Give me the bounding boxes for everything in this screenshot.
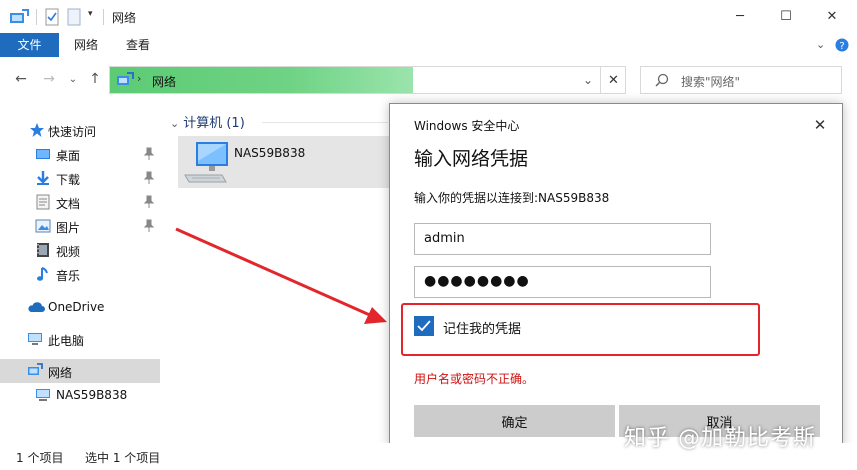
ok-button[interactable]: 确定 <box>414 405 615 437</box>
sidebar-item-music[interactable]: 音乐 <box>0 262 160 286</box>
minimize-button[interactable]: ─ <box>717 0 763 33</box>
sidebar-item-label: NAS59B838 <box>56 388 128 402</box>
sidebar-item-desktop[interactable]: 桌面 <box>0 142 160 166</box>
sidebar-item-onedrive[interactable]: OneDrive <box>0 295 160 319</box>
search-input[interactable]: 搜索"网络" <box>640 66 842 94</box>
properties-icon[interactable] <box>45 8 59 26</box>
ribbon: 文件 网络 查看 ⌄ ? <box>0 33 857 57</box>
stop-icon[interactable]: ✕ <box>600 67 626 93</box>
remember-label: 记住我的凭据 <box>443 322 522 337</box>
username-value: admin <box>424 231 465 246</box>
breadcrumb-chevron-icon: › <box>137 72 142 85</box>
maximize-button[interactable]: ☐ <box>763 0 809 33</box>
title-bar: ▾ 网络 ─ ☐ ✕ <box>0 0 857 33</box>
download-icon <box>37 171 49 185</box>
sidebar-item-label: 视频 <box>56 245 81 259</box>
sidebar-item-nas[interactable]: NAS59B838 <box>0 383 160 407</box>
tab-view[interactable]: 查看 <box>116 33 160 57</box>
picture-icon <box>35 219 51 233</box>
sidebar-item-videos[interactable]: 视频 <box>0 238 160 262</box>
group-header[interactable]: ⌄ 计算机 (1) <box>170 112 245 131</box>
star-icon <box>30 123 44 137</box>
chevron-down-icon: ⌄ <box>170 117 180 130</box>
sidebar-item-label: 图片 <box>56 221 81 235</box>
dialog-title: Windows 安全中心 <box>414 119 520 133</box>
tab-network[interactable]: 网络 <box>64 33 108 57</box>
divider <box>103 9 104 25</box>
sidebar-item-documents[interactable]: 文档 <box>0 190 160 214</box>
username-field[interactable]: admin <box>414 223 711 255</box>
group-header-label: 计算机 (1) <box>183 116 245 131</box>
remember-checkbox[interactable] <box>414 316 434 336</box>
svg-text:?: ? <box>839 41 844 52</box>
address-row: ← → ⌄ ↑ › 网络 ⌄ ✕ 搜索"网络" <box>0 57 857 103</box>
item-count: 1 个项目 <box>16 451 64 465</box>
cloud-icon <box>28 302 45 312</box>
selected-count: 选中 1 个项目 <box>85 451 161 465</box>
sidebar-item-network[interactable]: 网络 <box>0 359 160 383</box>
sidebar-item-this-pc[interactable]: 此电脑 <box>0 327 160 351</box>
network-icon <box>10 9 29 23</box>
forward-button[interactable]: → <box>40 69 58 89</box>
divider <box>36 9 37 25</box>
document-icon <box>36 194 50 210</box>
video-icon <box>37 243 49 257</box>
close-button[interactable]: ✕ <box>809 0 855 33</box>
network-icon <box>117 72 134 85</box>
expand-ribbon-icon[interactable]: ⌄ <box>816 38 830 52</box>
sidebar-item-pictures[interactable]: 图片 <box>0 214 160 238</box>
desktop-icon <box>36 149 50 159</box>
computer-icon <box>28 333 42 345</box>
network-icon <box>28 363 43 375</box>
dialog-close-button[interactable]: ✕ <box>810 115 830 135</box>
sidebar-item-label: 网络 <box>48 366 73 380</box>
computer-name: NAS59B838 <box>234 146 306 160</box>
dialog-heading: 输入网络凭据 <box>414 148 529 170</box>
up-button[interactable]: ↑ <box>86 69 104 89</box>
password-value: ●●●●●●●● <box>424 273 530 289</box>
navigation-pane: 快速访问 桌面 下载 文档 图片 视频 音乐 OneDrive 此电脑 网络 N… <box>0 103 160 443</box>
sidebar-item-label: 此电脑 <box>48 334 85 348</box>
new-folder-icon[interactable] <box>67 8 81 26</box>
pin-icon[interactable] <box>144 147 154 161</box>
computer-tile[interactable]: NAS59B838 <box>178 136 390 188</box>
computer-icon <box>184 142 228 183</box>
address-dropdown-icon[interactable]: ⌄ <box>576 67 600 93</box>
back-button[interactable]: ← <box>12 69 30 89</box>
pin-icon[interactable] <box>144 171 154 185</box>
sidebar-item-label: 桌面 <box>56 149 81 163</box>
error-message: 用户名或密码不正确。 <box>414 372 535 386</box>
sidebar-item-label: 音乐 <box>56 269 81 283</box>
sidebar-item-downloads[interactable]: 下载 <box>0 166 160 190</box>
credentials-dialog: Windows 安全中心 ✕ 输入网络凭据 输入你的凭据以连接到:NAS59B8… <box>389 103 843 448</box>
pin-icon[interactable] <box>144 219 154 233</box>
checkmark-icon <box>417 320 431 332</box>
recent-locations-icon[interactable]: ⌄ <box>64 69 82 89</box>
pin-icon[interactable] <box>144 195 154 209</box>
sidebar-item-label: 快速访问 <box>48 125 97 139</box>
password-field[interactable]: ●●●●●●●● <box>414 266 711 298</box>
divider <box>262 122 388 123</box>
dialog-description: 输入你的凭据以连接到:NAS59B838 <box>414 191 610 205</box>
window-title: 网络 <box>112 11 137 25</box>
tab-file[interactable]: 文件 <box>0 33 59 57</box>
sidebar-item-label: 下载 <box>56 173 81 187</box>
search-icon <box>655 73 669 87</box>
search-placeholder: 搜索"网络" <box>681 75 741 89</box>
help-icon[interactable]: ? <box>835 38 849 52</box>
sidebar-item-label: OneDrive <box>48 300 105 314</box>
address-bar[interactable]: › 网络 ⌄ ✕ <box>109 66 626 94</box>
breadcrumb[interactable]: 网络 <box>152 73 176 90</box>
watermark: 知乎 @加勒比考斯 <box>624 426 816 451</box>
music-icon <box>37 267 48 281</box>
computer-icon <box>36 389 50 401</box>
customize-toolbar-icon[interactable]: ▾ <box>88 9 93 27</box>
sidebar-item-label: 文档 <box>56 197 81 211</box>
sidebar-item-quick-access[interactable]: 快速访问 <box>0 118 160 142</box>
